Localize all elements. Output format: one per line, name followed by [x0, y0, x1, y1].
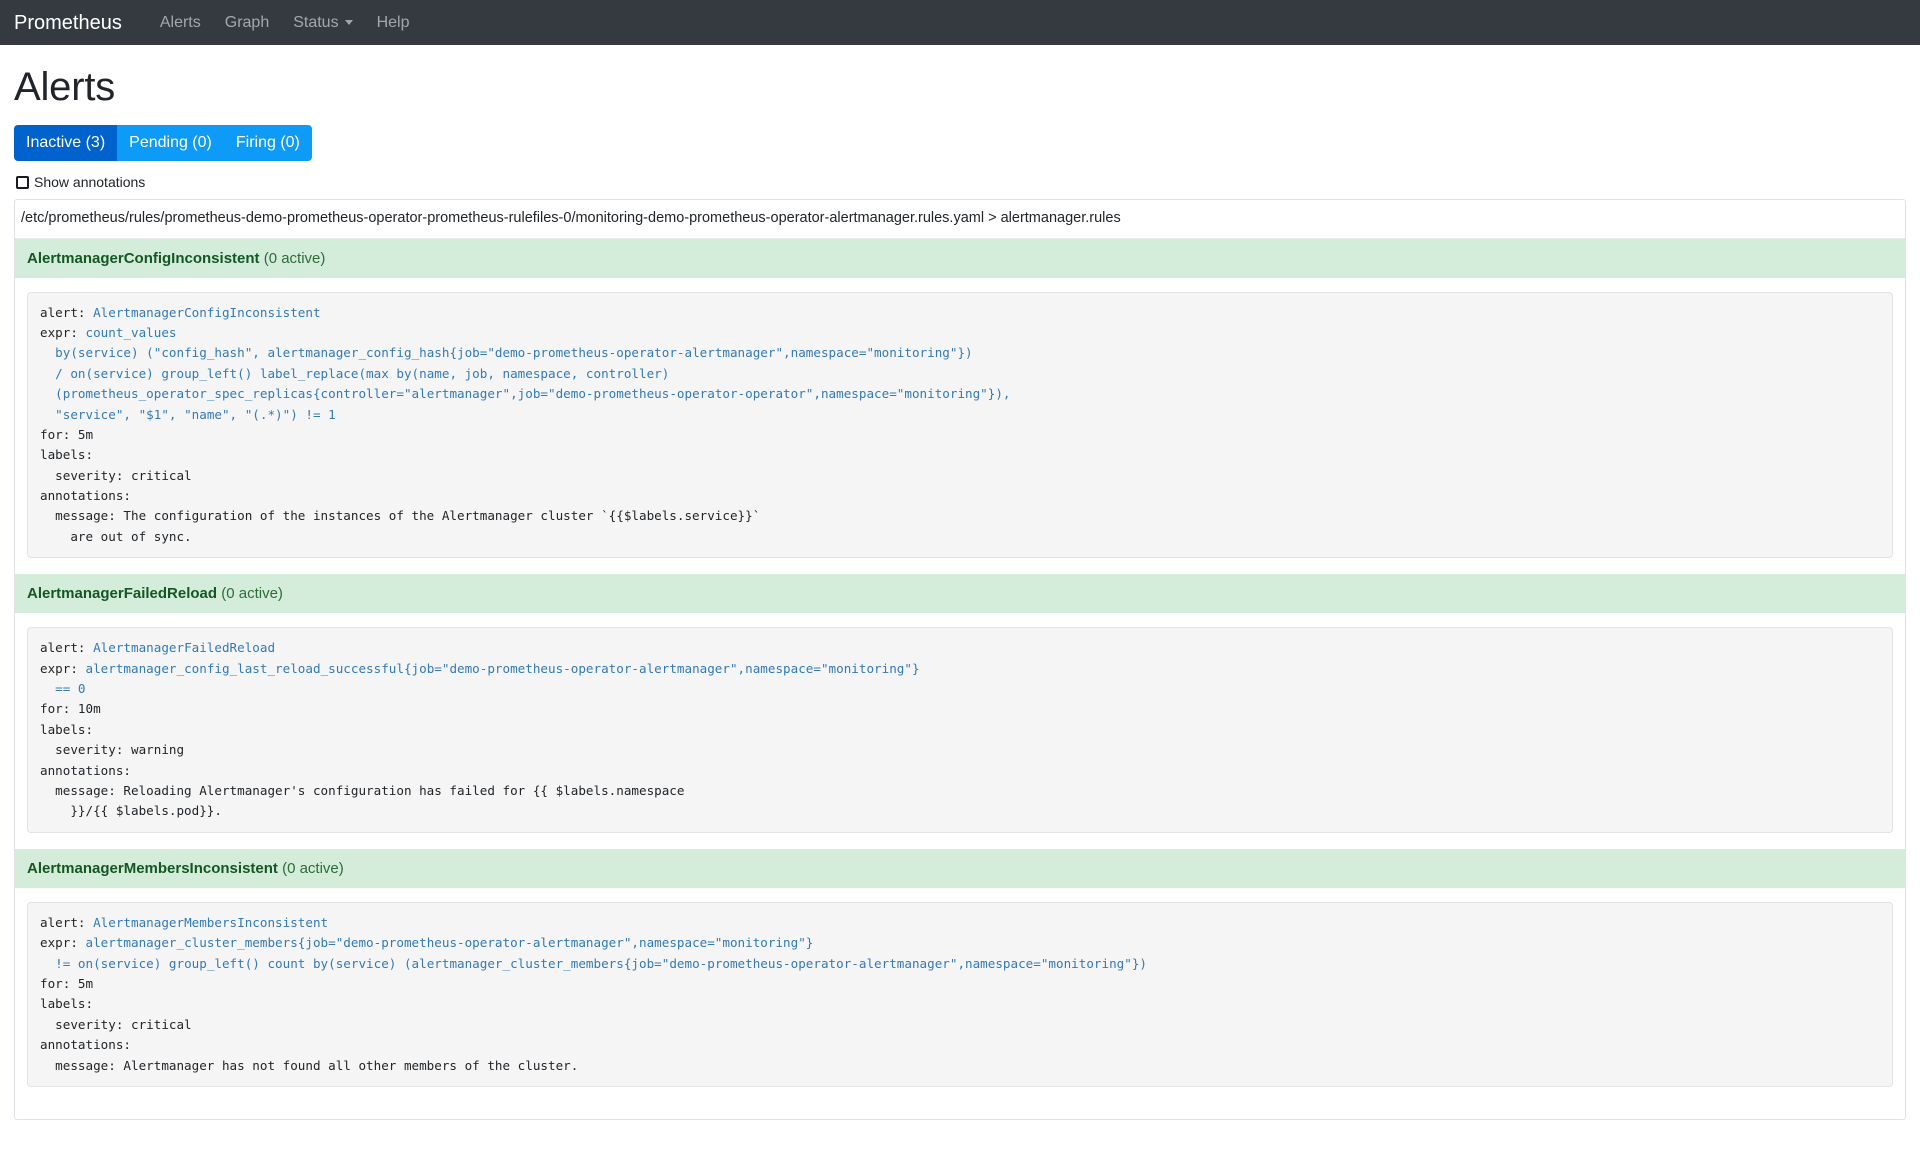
- nav-link-status-label: Status: [293, 15, 338, 31]
- alert-group-header[interactable]: AlertmanagerConfigInconsistent (0 active…: [15, 239, 1905, 278]
- alert-group-name: AlertmanagerConfigInconsistent: [27, 250, 260, 267]
- alert-group: AlertmanagerConfigInconsistent (0 active…: [15, 239, 1905, 575]
- page-container: Alerts Inactive (3) Pending (0) Firing (…: [0, 63, 1920, 1120]
- alert-rule-code: alert: AlertmanagerMembersInconsistent e…: [27, 902, 1893, 1087]
- alert-rule-code: alert: AlertmanagerConfigInconsistent ex…: [27, 292, 1893, 559]
- nav-link-graph[interactable]: Graph: [213, 7, 281, 39]
- top-navbar: Prometheus Alerts Graph Status Help: [0, 0, 1920, 45]
- alert-group-count: (0 active): [221, 585, 283, 602]
- alert-group-body: alert: AlertmanagerConfigInconsistent ex…: [15, 278, 1905, 575]
- show-annotations-label[interactable]: Show annotations: [34, 175, 145, 189]
- nav-link-help[interactable]: Help: [365, 7, 422, 39]
- show-annotations-row: Show annotations: [16, 175, 1906, 189]
- alert-group-body: alert: AlertmanagerFailedReload expr: al…: [15, 613, 1905, 849]
- alert-group-header[interactable]: AlertmanagerMembersInconsistent (0 activ…: [15, 849, 1905, 888]
- alert-group-count: (0 active): [264, 250, 326, 267]
- alert-state-filter-group: Inactive (3) Pending (0) Firing (0): [14, 125, 312, 161]
- page-title: Alerts: [14, 63, 1906, 111]
- nav-links: Alerts Graph Status Help: [148, 7, 422, 39]
- rulefile-path: /etc/prometheus/rules/prometheus-demo-pr…: [15, 200, 1905, 239]
- show-annotations-checkbox[interactable]: [16, 176, 29, 189]
- tab-inactive[interactable]: Inactive (3): [14, 125, 117, 161]
- alert-group-name: AlertmanagerFailedReload: [27, 585, 217, 602]
- alert-group-name: AlertmanagerMembersInconsistent: [27, 860, 278, 877]
- alert-group-count: (0 active): [282, 860, 344, 877]
- rulefile-panel: /etc/prometheus/rules/prometheus-demo-pr…: [14, 199, 1906, 1120]
- alert-group-header[interactable]: AlertmanagerFailedReload (0 active): [15, 574, 1905, 613]
- alert-group: AlertmanagerFailedReload (0 active) aler…: [15, 574, 1905, 849]
- nav-link-alerts[interactable]: Alerts: [148, 7, 213, 39]
- tab-firing[interactable]: Firing (0): [224, 125, 312, 161]
- chevron-down-icon: [345, 20, 353, 25]
- alert-group: AlertmanagerMembersInconsistent (0 activ…: [15, 849, 1905, 1103]
- nav-link-status[interactable]: Status: [281, 7, 364, 39]
- alert-group-body: alert: AlertmanagerMembersInconsistent e…: [15, 888, 1905, 1103]
- alert-rule-code: alert: AlertmanagerFailedReload expr: al…: [27, 627, 1893, 833]
- brand-logo[interactable]: Prometheus: [14, 13, 122, 33]
- tab-pending[interactable]: Pending (0): [117, 125, 224, 161]
